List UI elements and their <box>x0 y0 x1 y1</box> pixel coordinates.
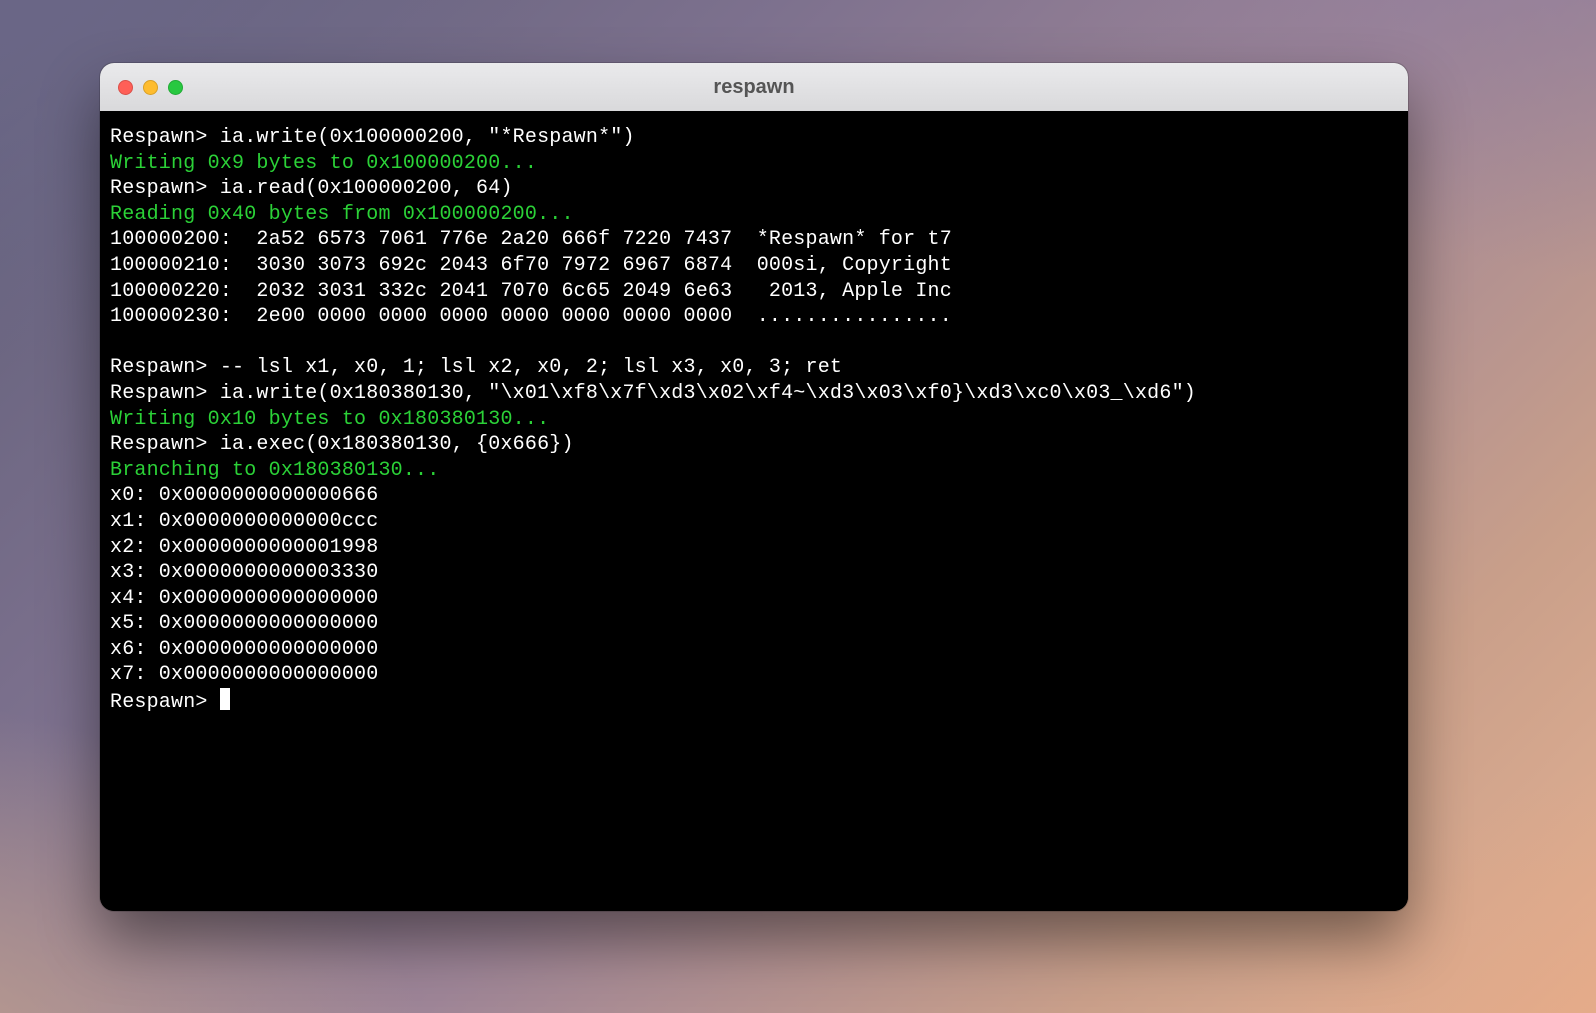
output-line: x6: 0x0000000000000000 <box>110 637 1398 663</box>
output-line: 100000200: 2a52 6573 7061 776e 2a20 666f… <box>110 227 1398 253</box>
window-title: respawn <box>100 76 1408 99</box>
status-line: Reading 0x40 bytes from 0x100000200... <box>110 202 1398 228</box>
output-line: 100000230: 2e00 0000 0000 0000 0000 0000… <box>110 304 1398 330</box>
close-icon[interactable] <box>118 80 133 95</box>
output-line: x1: 0x0000000000000ccc <box>110 509 1398 535</box>
command-line: Respawn> ia.read(0x100000200, 64) <box>110 176 1398 202</box>
output-line: 100000210: 3030 3073 692c 2043 6f70 7972… <box>110 253 1398 279</box>
command-line: Respawn> -- lsl x1, x0, 1; lsl x2, x0, 2… <box>110 355 1398 381</box>
output-line: x3: 0x0000000000003330 <box>110 560 1398 586</box>
minimize-icon[interactable] <box>143 80 158 95</box>
output-line: x7: 0x0000000000000000 <box>110 662 1398 688</box>
output-line: x5: 0x0000000000000000 <box>110 611 1398 637</box>
titlebar[interactable]: respawn <box>100 63 1408 112</box>
status-line: Writing 0x10 bytes to 0x180380130... <box>110 407 1398 433</box>
output-line: x0: 0x0000000000000666 <box>110 483 1398 509</box>
command-line: Respawn> ia.write(0x100000200, "*Respawn… <box>110 125 1398 151</box>
cursor-icon[interactable] <box>220 688 230 710</box>
zoom-icon[interactable] <box>168 80 183 95</box>
output-line: x2: 0x0000000000001998 <box>110 535 1398 561</box>
command-line: Respawn> ia.exec(0x180380130, {0x666}) <box>110 432 1398 458</box>
output-line: 100000220: 2032 3031 332c 2041 7070 6c65… <box>110 279 1398 305</box>
status-line: Branching to 0x180380130... <box>110 458 1398 484</box>
output-line: x4: 0x0000000000000000 <box>110 586 1398 612</box>
terminal-window: respawn Respawn> ia.write(0x100000200, "… <box>100 63 1408 911</box>
command-line: Respawn> ia.write(0x180380130, "\x01\xf8… <box>110 381 1398 407</box>
blank-line <box>110 330 1398 356</box>
prompt-line: Respawn> <box>110 688 1398 716</box>
desktop-background: respawn Respawn> ia.write(0x100000200, "… <box>0 0 1596 1013</box>
terminal-viewport[interactable]: Respawn> ia.write(0x100000200, "*Respawn… <box>100 111 1408 911</box>
status-line: Writing 0x9 bytes to 0x100000200... <box>110 151 1398 177</box>
traffic-lights <box>100 80 183 95</box>
